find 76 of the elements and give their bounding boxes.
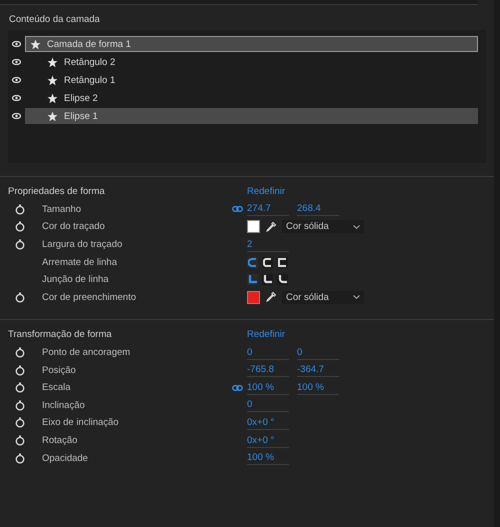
stopwatch-icon[interactable] [15, 435, 25, 446]
section-title: Propriedades de forma [8, 186, 106, 198]
star-icon [30, 38, 41, 50]
color-swatch[interactable] [247, 220, 260, 234]
value-field[interactable]: 100 % [247, 451, 289, 466]
value-field[interactable]: -765.8 [247, 363, 289, 378]
property-label: Largura do traçado [42, 239, 124, 250]
property-label: Rotação [42, 435, 78, 446]
layer-name: Elipse 2 [64, 92, 98, 104]
layer-item[interactable]: Elipse 2 [25, 90, 478, 106]
reset-link[interactable]: Redefinir [247, 186, 494, 198]
star-icon [47, 56, 58, 68]
property-label: Junção de linha [42, 274, 110, 286]
property-label: Cor de preenchimento [42, 292, 137, 303]
fill-type-dropdown[interactable]: Cor sólida [282, 220, 364, 234]
value-field[interactable]: 0 [247, 346, 289, 360]
eye-icon[interactable] [12, 113, 21, 119]
eye-icon[interactable] [12, 59, 21, 65]
color-swatch[interactable] [247, 290, 260, 304]
eyedropper-icon[interactable] [265, 220, 277, 233]
chevron-icon [353, 295, 360, 300]
property-label: Posição [42, 364, 77, 376]
stopwatch-icon[interactable] [15, 382, 25, 394]
value-field[interactable]: 100 % [247, 380, 289, 395]
stopwatch-icon[interactable] [15, 400, 25, 411]
property-label: Eixo de inclinação [42, 417, 120, 428]
value-field[interactable]: 100 % [297, 380, 339, 395]
line-cap-button[interactable] [262, 256, 273, 268]
property-label: Escala [42, 382, 72, 394]
eyedropper-icon[interactable] [265, 291, 277, 304]
stopwatch-icon[interactable] [15, 221, 25, 232]
chevron-icon [353, 224, 360, 229]
section-title: Transformação de forma [8, 329, 113, 340]
stopwatch-icon[interactable] [15, 204, 25, 215]
value-field[interactable]: 0 [297, 346, 339, 360]
line-join-button[interactable] [262, 274, 273, 286]
star-icon [47, 92, 58, 104]
layer-name: Elipse 1 [64, 110, 98, 122]
star-icon [47, 74, 58, 86]
layer-item[interactable]: Retângulo 1 [25, 72, 478, 88]
stopwatch-icon[interactable] [15, 364, 25, 376]
layer-name: Retângulo 1 [64, 74, 116, 86]
layer-item[interactable]: Camada de forma 1 [25, 36, 478, 52]
property-label: Arremate de linha [42, 256, 118, 268]
panel-title: Conteúdo da camada [8, 13, 101, 27]
reset-link[interactable]: Redefinir [247, 329, 494, 340]
value-field[interactable]: 0x+0 ° [247, 416, 289, 430]
stopwatch-icon[interactable] [15, 452, 25, 464]
star-icon [47, 110, 58, 122]
eye-icon[interactable] [12, 95, 21, 101]
fill-type-dropdown[interactable]: Cor sólida [282, 290, 364, 304]
stopwatch-icon[interactable] [15, 239, 25, 250]
property-label: Opacidade [42, 452, 89, 464]
line-cap-button[interactable] [277, 256, 288, 268]
property-label: Cor do traçado [42, 221, 106, 232]
eye-icon[interactable] [12, 41, 21, 47]
line-join-button[interactable] [277, 274, 288, 286]
stopwatch-icon[interactable] [15, 417, 25, 428]
value-field[interactable]: 2 [247, 238, 289, 252]
value-field[interactable]: -364.7 [297, 363, 339, 378]
value-field[interactable]: 0 [247, 398, 289, 412]
link-icon[interactable] [232, 384, 243, 391]
layer-item[interactable]: Elipse 1 [25, 108, 478, 124]
layer-name: Camada de forma 1 [47, 38, 131, 50]
value-field[interactable]: 268.4 [297, 202, 339, 216]
link-icon[interactable] [232, 206, 243, 212]
stopwatch-icon[interactable] [15, 292, 25, 303]
stopwatch-icon[interactable] [15, 347, 25, 358]
property-label: Ponto de ancoragem [42, 347, 132, 358]
property-label: Tamanho [42, 204, 82, 215]
value-field[interactable]: 274.7 [247, 202, 289, 216]
value-field[interactable]: 0x+0 ° [247, 434, 289, 448]
layer-name: Retângulo 2 [64, 56, 116, 68]
property-label: Inclinação [42, 400, 86, 411]
eye-icon[interactable] [12, 77, 21, 83]
layer-item[interactable]: Retângulo 2 [25, 54, 478, 70]
